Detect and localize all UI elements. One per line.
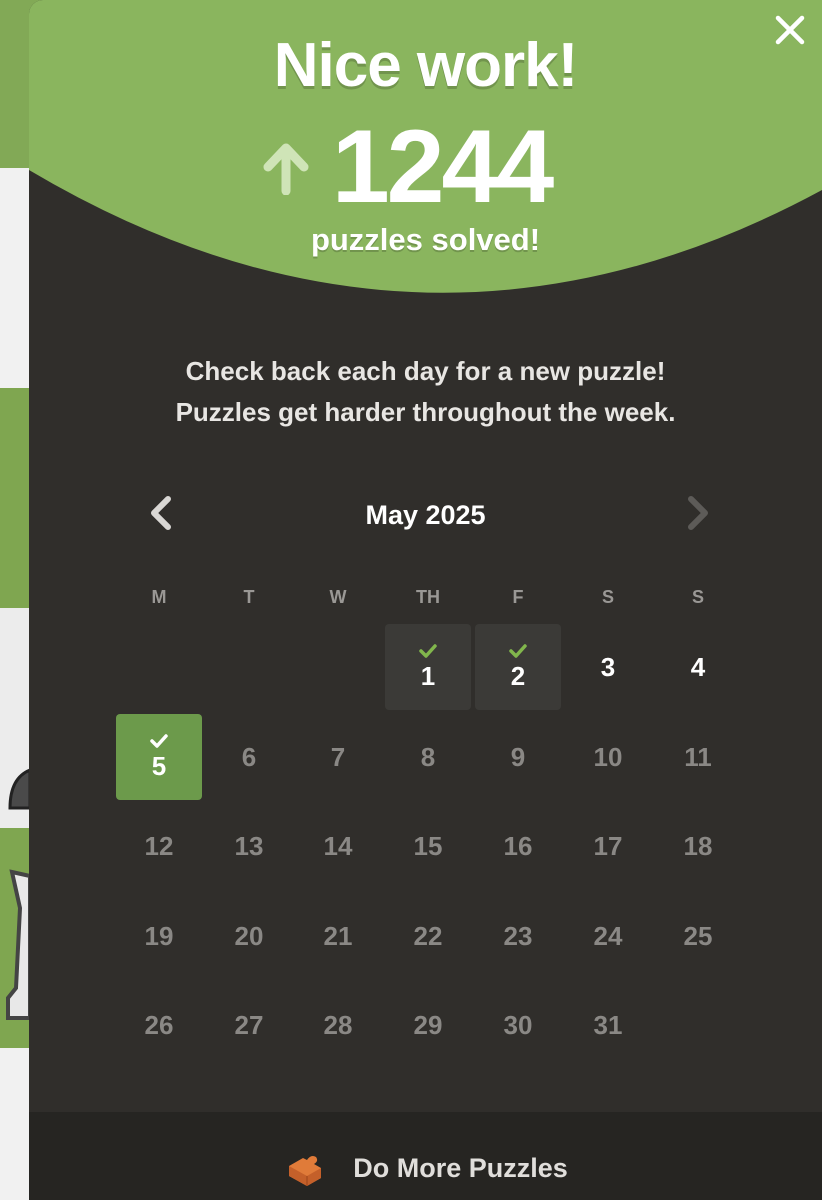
calendar-day-number: 4 <box>690 652 706 682</box>
calendar-day-number: 5 <box>151 751 167 781</box>
solved-subtitle: puzzles solved! <box>310 222 541 257</box>
calendar-day-18[interactable]: 18 <box>655 803 741 889</box>
calendar-day-31[interactable]: 31 <box>565 982 651 1068</box>
calendar-day-4[interactable]: 4 <box>655 624 741 710</box>
calendar-day-2[interactable]: 2 <box>475 624 561 710</box>
calendar-day-1[interactable]: 1 <box>385 624 471 710</box>
calendar-day-number: 14 <box>323 831 353 861</box>
weekday-label: S <box>601 587 614 607</box>
calendar-day-number: 9 <box>510 742 526 772</box>
calendar-day-number: 29 <box>413 1010 443 1040</box>
weekday-label: W <box>329 587 347 607</box>
weekday-label: M <box>151 587 167 607</box>
calendar-day-number: 19 <box>144 921 174 951</box>
calendar-day-number: 16 <box>503 831 533 861</box>
calendar-day-number: 11 <box>684 742 712 772</box>
calendar-day-number: 6 <box>241 742 257 772</box>
calendar-day-25[interactable]: 25 <box>655 893 741 979</box>
puzzle-piece-icon <box>289 1156 322 1186</box>
calendar-day-number: 7 <box>330 742 346 772</box>
weekday-label: S <box>691 587 704 607</box>
calendar-day-19[interactable]: 19 <box>116 893 202 979</box>
calendar-day-number: 21 <box>323 921 353 951</box>
calendar-day-number: 26 <box>144 1010 174 1040</box>
calendar-day-5[interactable]: 5 <box>116 714 202 800</box>
calendar-day-number: 13 <box>234 831 264 861</box>
success-title: Nice work! <box>273 31 579 100</box>
calendar-day-number: 28 <box>323 1010 353 1040</box>
calendar-day-7[interactable]: 7 <box>295 714 381 800</box>
calendar-day-27[interactable]: 27 <box>206 982 292 1068</box>
calendar-day-number: 17 <box>593 831 623 861</box>
weekday-label: TH <box>416 587 440 607</box>
calendar-day-23[interactable]: 23 <box>475 893 561 979</box>
calendar-day-10[interactable]: 10 <box>565 714 651 800</box>
checkmark-icon <box>509 644 527 658</box>
weekday-label: F <box>512 587 524 607</box>
calendar-day-24[interactable]: 24 <box>565 893 651 979</box>
calendar-day-16[interactable]: 16 <box>475 803 561 889</box>
calendar-day-number: 15 <box>413 831 443 861</box>
calendar-day-number: 1 <box>420 661 436 691</box>
puzzle-complete-modal: Nice work! 1244 puzzles solved! Check ba… <box>29 0 822 1200</box>
calendar-day-21[interactable]: 21 <box>295 893 381 979</box>
calendar-day-14[interactable]: 14 <box>295 803 381 889</box>
arrow-up-icon <box>263 143 309 195</box>
checkmark-icon <box>419 644 437 658</box>
calendar-day-15[interactable]: 15 <box>385 803 471 889</box>
checkmark-icon <box>150 734 168 748</box>
calendar-day-22[interactable]: 22 <box>385 893 471 979</box>
calendar-next-button[interactable] <box>677 493 717 533</box>
chevron-right-icon <box>688 496 708 530</box>
calendar-day-20[interactable]: 20 <box>206 893 292 979</box>
calendar-day-number: 10 <box>593 742 623 772</box>
calendar-day-number: 30 <box>503 1010 533 1040</box>
solved-count-row: 1244 <box>29 112 822 222</box>
calendar-day-number: 12 <box>144 831 174 861</box>
calendar-day-11[interactable]: 11 <box>655 714 741 800</box>
calendar-day-8[interactable]: 8 <box>385 714 471 800</box>
solved-count: 1244 <box>331 109 554 225</box>
calendar-day-29[interactable]: 29 <box>385 982 471 1068</box>
calendar-day-number: 23 <box>503 921 533 951</box>
calendar-day-number: 18 <box>683 831 713 861</box>
calendar-day-number: 3 <box>600 652 616 682</box>
calendar-day-28[interactable]: 28 <box>295 982 381 1068</box>
weekday-label: T <box>243 587 255 607</box>
calendar-day-9[interactable]: 9 <box>475 714 561 800</box>
calendar-day-26[interactable]: 26 <box>116 982 202 1068</box>
info-message-line: Check back each day for a new puzzle! <box>185 356 666 386</box>
do-more-puzzles-label: Do More Puzzles <box>353 1153 568 1183</box>
calendar-day-30[interactable]: 30 <box>475 982 561 1068</box>
calendar-day-3[interactable]: 3 <box>565 624 651 710</box>
info-message-line: Puzzles get harder throughout the week. <box>175 397 676 427</box>
calendar-day-17[interactable]: 17 <box>565 803 651 889</box>
calendar-day-13[interactable]: 13 <box>206 803 292 889</box>
calendar-day-number: 8 <box>420 742 436 772</box>
calendar-day-number: 24 <box>593 921 623 951</box>
calendar-day-number: 27 <box>234 1010 264 1040</box>
calendar-day-12[interactable]: 12 <box>116 803 202 889</box>
do-more-puzzles-button[interactable]: Do More Puzzles <box>29 1140 822 1200</box>
calendar-day-number: 2 <box>510 661 526 691</box>
calendar-day-number: 20 <box>234 921 264 951</box>
calendar-day-number: 31 <box>593 1010 623 1040</box>
calendar-day-6[interactable]: 6 <box>206 714 292 800</box>
calendar-day-number: 22 <box>413 921 443 951</box>
calendar-day-number: 25 <box>683 921 713 951</box>
